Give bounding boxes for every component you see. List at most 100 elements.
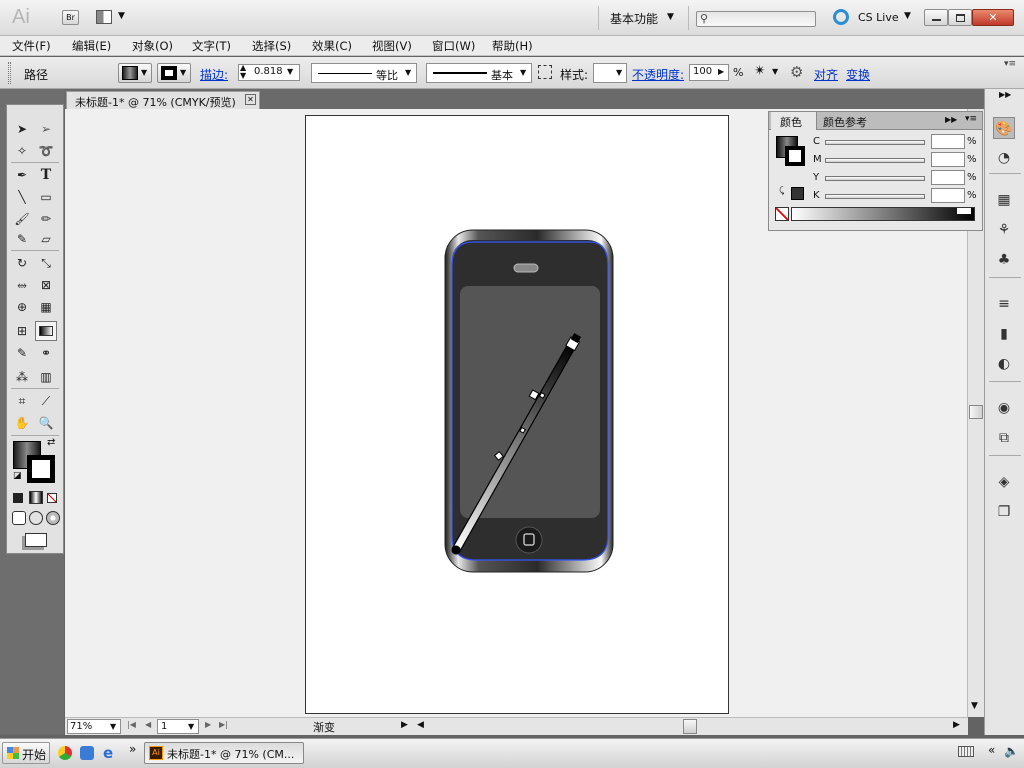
- artboards-icon[interactable]: ❐: [993, 501, 1015, 523]
- zoom-tool-icon[interactable]: 🔍: [35, 413, 57, 433]
- document-tab[interactable]: 未标题-1* @ 71% (CMYK/预览) ✕: [66, 91, 260, 109]
- line-segment-tool-icon[interactable]: ╲: [11, 187, 33, 207]
- opacity-value[interactable]: 100: [693, 66, 712, 77]
- graphic-styles-icon[interactable]: ⧉: [993, 427, 1015, 449]
- prev-artboard-icon[interactable]: ◀: [145, 720, 151, 729]
- lasso-tool-icon[interactable]: ➰: [35, 141, 57, 161]
- layers-icon[interactable]: ◈: [993, 471, 1015, 493]
- tab-color[interactable]: 颜色: [771, 112, 817, 130]
- eraser-tool-icon[interactable]: ▱: [35, 229, 57, 249]
- pen-tool-icon[interactable]: ✒: [11, 165, 33, 185]
- cslive-menu[interactable]: CS Live ▼: [858, 11, 918, 27]
- rotate-tool-icon[interactable]: ↻: [11, 253, 33, 273]
- brushes-icon[interactable]: ⚘: [993, 219, 1015, 241]
- hand-tool-icon[interactable]: ✋: [11, 413, 33, 433]
- channel-k-slider[interactable]: [825, 194, 925, 199]
- transform-link[interactable]: 变换: [846, 66, 870, 83]
- channel-c-slider[interactable]: [825, 140, 925, 145]
- tray-expand-icon[interactable]: «: [988, 743, 995, 757]
- paintbrush-tool-icon[interactable]: 🖌: [11, 209, 33, 229]
- stroke-color-swatch[interactable]: [27, 455, 55, 483]
- menu-edit[interactable]: 编辑(E): [72, 38, 111, 54]
- transparency-icon[interactable]: ◐: [993, 353, 1015, 375]
- draw-inside-icon[interactable]: [46, 511, 60, 525]
- gradient-mode-icon[interactable]: [29, 491, 43, 504]
- perspective-grid-tool-icon[interactable]: ▦: [35, 297, 57, 317]
- stroke-link[interactable]: 描边:: [200, 66, 228, 83]
- close-button[interactable]: ✕: [972, 9, 1014, 26]
- scroll-thumb[interactable]: [969, 405, 983, 419]
- chrome-icon[interactable]: [58, 746, 72, 760]
- channel-y-input[interactable]: [931, 170, 965, 185]
- color-spectrum-ramp[interactable]: [791, 207, 975, 221]
- blend-tool-icon[interactable]: ⚭: [35, 343, 57, 363]
- type-tool-icon[interactable]: T: [35, 165, 57, 185]
- stroke-color-swatch[interactable]: [785, 146, 805, 166]
- none-color-swatch[interactable]: [775, 207, 789, 221]
- menu-view[interactable]: 视图(V): [372, 38, 412, 54]
- last-artboard-icon[interactable]: ▶|: [219, 720, 228, 729]
- eyedropper-tool-icon[interactable]: ✎: [11, 343, 33, 363]
- expand-panel-icon[interactable]: ▶▶: [945, 115, 957, 124]
- screen-mode-icon[interactable]: [25, 533, 47, 547]
- symbol-sprayer-tool-icon[interactable]: ⁂: [11, 367, 33, 387]
- recolor-artwork-button[interactable]: ✴ ▼: [754, 63, 780, 83]
- scroll-left-arrow[interactable]: ◀: [417, 720, 424, 730]
- color-guide-icon[interactable]: ◔: [993, 147, 1015, 169]
- variable-width-profile-dropdown[interactable]: 等比 ▼: [311, 63, 417, 83]
- pencil-tool-icon[interactable]: ✏: [35, 209, 57, 229]
- menu-help[interactable]: 帮助(H): [492, 38, 533, 54]
- chevron-right-icon[interactable]: ▶: [718, 67, 724, 76]
- menu-select[interactable]: 选择(S): [252, 38, 291, 54]
- swap-fill-stroke-icon[interactable]: ⇄: [47, 437, 55, 448]
- channel-k-input[interactable]: [931, 188, 965, 203]
- channel-c-input[interactable]: [931, 134, 965, 149]
- draw-behind-icon[interactable]: [29, 511, 43, 525]
- swatches-icon[interactable]: ▦: [993, 189, 1015, 211]
- draw-normal-icon[interactable]: [12, 511, 26, 525]
- arrange-documents-button[interactable]: ▼: [96, 10, 130, 26]
- phone-artwork[interactable]: [440, 218, 636, 578]
- stepper-arrows-icon[interactable]: ▲ ▼: [240, 64, 246, 80]
- menu-object[interactable]: 对象(O): [132, 38, 173, 54]
- color-mode-icon[interactable]: [13, 493, 23, 503]
- chevron-right-icon[interactable]: ▶: [401, 720, 408, 730]
- expand-dock-icon[interactable]: ▶▶: [999, 90, 1011, 99]
- taskbar-illustrator-button[interactable]: Ai 未标题-1* @ 71% (CM...: [144, 742, 304, 764]
- help-search-field[interactable]: ⚲: [696, 11, 816, 27]
- status-info-text[interactable]: 渐变: [313, 719, 335, 735]
- rectangle-tool-icon[interactable]: ▭: [35, 187, 57, 207]
- out-of-gamut-icon[interactable]: ⤹: [779, 186, 784, 196]
- quicklaunch-icon[interactable]: [80, 746, 94, 760]
- stroke-weight-field[interactable]: ▲ ▼ 0.818 ▼: [238, 64, 300, 81]
- default-fill-stroke-icon[interactable]: ◪: [13, 471, 22, 481]
- opacity-link[interactable]: 不透明度:: [632, 66, 684, 83]
- gradient-tool-icon[interactable]: [35, 321, 57, 341]
- column-graph-tool-icon[interactable]: ▥: [35, 367, 57, 387]
- first-artboard-icon[interactable]: |◀: [127, 720, 136, 729]
- channel-y-slider[interactable]: [825, 176, 925, 181]
- ie-icon[interactable]: e: [103, 744, 113, 762]
- speaker-icon[interactable]: 🔈: [1004, 744, 1019, 758]
- symbols-icon[interactable]: ♣: [993, 249, 1015, 271]
- gear-icon[interactable]: ⚙: [790, 63, 803, 81]
- horizontal-scroll-thumb[interactable]: [683, 719, 697, 734]
- direct-selection-tool-icon[interactable]: ➢: [35, 119, 57, 139]
- artboard-tool-icon[interactable]: ⌗: [11, 391, 33, 411]
- none-mode-icon[interactable]: [47, 493, 57, 503]
- menu-file[interactable]: 文件(F): [12, 38, 51, 54]
- brush-definition-dropdown[interactable]: 基本 ▼: [426, 63, 532, 83]
- bridge-button[interactable]: Br: [62, 10, 79, 25]
- taskbar-overflow-icon[interactable]: »: [129, 742, 136, 756]
- mesh-tool-icon[interactable]: ⊞: [11, 321, 33, 341]
- close-tab-icon[interactable]: ✕: [245, 94, 256, 105]
- scale-tool-icon[interactable]: ⤡: [35, 253, 57, 273]
- channel-m-slider[interactable]: [825, 158, 925, 163]
- panel-menu-icon[interactable]: ▾≡: [965, 114, 977, 124]
- artboard-number-field[interactable]: 1 ▼: [157, 719, 199, 734]
- opacity-field[interactable]: 100 ▶: [689, 64, 729, 81]
- stroke-icon[interactable]: ≡: [993, 293, 1015, 315]
- stroke-swatch-dropdown[interactable]: ▼: [157, 63, 191, 83]
- graphic-style-dropdown[interactable]: ▼: [593, 63, 627, 83]
- shape-builder-tool-icon[interactable]: ⊕: [11, 297, 33, 317]
